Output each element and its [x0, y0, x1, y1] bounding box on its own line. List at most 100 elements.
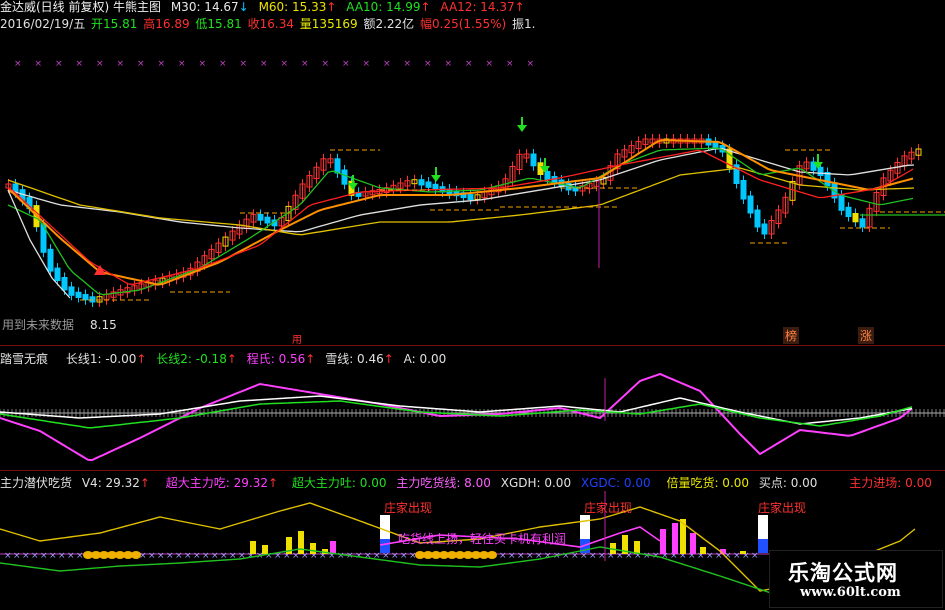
accumulation-dot [131, 551, 141, 559]
x-marker: × [13, 551, 21, 561]
watermark-name: 乐淘公式网 [788, 560, 898, 585]
blank-overlay-top [535, 0, 945, 128]
signal-bar [758, 539, 768, 553]
quote-date: 2016/02/19/五 [0, 17, 86, 31]
up-arrow-icon: ↑ [136, 352, 147, 366]
down-arrow-icon: ↓ [238, 0, 249, 14]
candle-body [68, 286, 75, 296]
eat-line-value: 主力吃货线: 8.00 [396, 476, 491, 490]
x-marker: × [527, 59, 535, 69]
x-marker: × [35, 59, 43, 69]
x-marker: × [364, 551, 372, 561]
chart-title: 金达威(日线 前复权) 牛熊主图 [0, 0, 161, 14]
hidden-tag: 用 [292, 335, 302, 346]
long2-value: 长线2: -0.18 [156, 352, 227, 366]
indicator-name: 踏雪无痕 [0, 352, 49, 366]
x-marker: × [404, 59, 412, 69]
candle-body [334, 158, 341, 174]
aa10-value: AA10: 14.99 [346, 0, 421, 14]
candle-body [859, 218, 866, 228]
volume-bar [660, 529, 666, 554]
v4-value: V4: 29.32 [81, 476, 140, 490]
x-marker: × [598, 551, 606, 561]
candle-body [747, 195, 754, 214]
x-marker: × [178, 59, 186, 69]
x-marker: × [76, 59, 84, 69]
amount: 额2.22亿 [363, 17, 415, 31]
x-marker: × [58, 551, 66, 561]
candle-body [75, 291, 82, 298]
x-marker: × [391, 551, 399, 561]
super-eat-value: 超大主力吃: 29.32 [165, 476, 269, 490]
low-price-marker: 8.15 [90, 318, 117, 332]
candle-body [82, 294, 89, 301]
x-marker: × [148, 551, 156, 561]
volume-bar [740, 551, 746, 554]
up-arrow-icon: ↑ [268, 476, 279, 490]
x-marker: × [117, 59, 125, 69]
x-marker: × [342, 59, 350, 69]
volume-bar [330, 541, 336, 554]
candle-body [61, 277, 68, 291]
x-marker: × [175, 551, 183, 561]
snow-value: 雪线: 0.46 [325, 352, 384, 366]
candle-body [47, 248, 54, 272]
volume-bar [250, 541, 256, 554]
main-price-pane[interactable]: × × × × × × × × × × × × × × × × × × × × × × × × × × 金达威(日线 前复权) 牛… [0, 0, 945, 346]
x-marker: × [751, 551, 759, 561]
volume-bar [634, 541, 640, 554]
m30-value: M30: 14.67 [170, 0, 239, 14]
double-eat-value: 倍量吃货: 0.00 [666, 476, 750, 490]
x-marker: × [184, 551, 192, 561]
super-spit-value: 超大主力吐: 0.00 [291, 476, 387, 490]
candle-body [264, 216, 271, 224]
up-arrow-icon: ↑ [326, 0, 337, 14]
buy-point-value: 买点: 0.00 [758, 476, 818, 490]
x-marker: × [733, 551, 741, 561]
x-marker: × [400, 551, 408, 561]
long1-value: 长线1: -0.00 [65, 352, 137, 366]
rise-annotation: 吃货线上扬，轻往买卡机有利润 [398, 532, 567, 546]
dealer-annotation: 庄家出现 [584, 501, 633, 515]
accumulation-header: 主力潜伏吃货 V4: 29.32↑ 超大主力吃: 29.32↑ 超大主力吐: 0… [0, 476, 938, 491]
close-price: 收16.34 [247, 17, 294, 31]
accumulation-dot [487, 551, 497, 559]
x-marker: × [211, 551, 219, 561]
up-arrow-icon: ↑ [514, 0, 525, 14]
x-marker: × [76, 551, 84, 561]
candle-body [425, 181, 432, 188]
x-marker: × [281, 59, 289, 69]
indicator-pane-snow[interactable]: 踏雪无痕 长线1: -0.00↑ 长线2: -0.18↑ 程氏: 0.56↑ 雪… [0, 345, 945, 471]
candle-body [467, 194, 474, 201]
top-tag: 榜 [783, 327, 800, 344]
volume-bar [672, 523, 678, 554]
x-marker: × [137, 59, 145, 69]
x-marker: × [219, 59, 227, 69]
down-signal-icon [431, 175, 441, 182]
volume: 量135169 [299, 17, 358, 31]
xgdc-value: XGDC: 0.00 [580, 476, 651, 490]
indicator-pane-accumulation[interactable]: × × × × × × × × × × × × × × × × × × × × × × × × × × × × × × × × × × × × × × × ×… [0, 470, 945, 610]
up-arrow-icon: ↑ [139, 476, 150, 490]
signal-bar [380, 515, 390, 539]
xgdh-value: XGDH: 0.00 [500, 476, 572, 490]
x-marker: × [193, 551, 201, 561]
x-marker: × [202, 551, 210, 561]
aa12-value: AA12: 14.37 [440, 0, 515, 14]
x-marker: × [301, 59, 309, 69]
candle-body [817, 166, 824, 177]
candle-body [257, 213, 264, 221]
x-marker: × [383, 59, 391, 69]
candle-body [824, 172, 831, 187]
candle-body [54, 267, 61, 282]
x-marker: × [14, 59, 22, 69]
candle-body [544, 171, 551, 180]
rise-tag: 涨 [858, 327, 875, 344]
candle-body [852, 213, 859, 223]
x-marker: × [240, 59, 248, 69]
candle-body [418, 179, 425, 186]
x-marker: × [31, 551, 39, 561]
x-marker: × [499, 551, 507, 561]
candle-body [845, 206, 852, 218]
x-marker: × [589, 551, 597, 561]
